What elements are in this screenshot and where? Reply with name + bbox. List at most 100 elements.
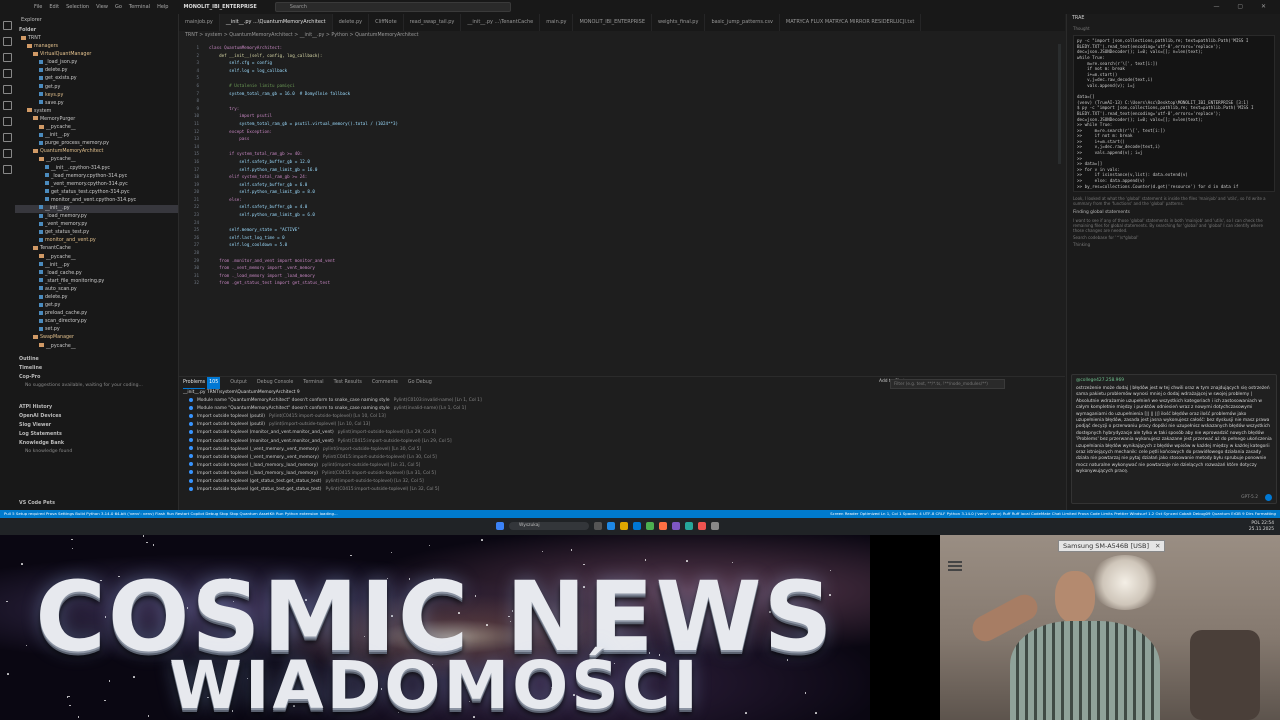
panel-tab[interactable]: Terminal (303, 377, 323, 389)
code-line[interactable]: self.safety_buffer_gb = 4.0 (209, 203, 398, 211)
tree-file[interactable]: _load_cache.py (15, 270, 178, 278)
tree-file[interactable]: monitor_and_vent.py (15, 237, 178, 245)
model-selector[interactable]: GPT-5.2 (1241, 495, 1258, 500)
tree-folder[interactable]: SwapManager (15, 334, 178, 342)
search-icon[interactable] (3, 37, 12, 46)
folder-label[interactable]: Folder (15, 26, 178, 35)
menu-item[interactable]: Go (115, 4, 122, 10)
code-line[interactable] (209, 97, 398, 105)
tree-file[interactable]: _load_json.py (15, 59, 178, 67)
browser-icon[interactable] (607, 522, 615, 530)
tree-folder[interactable]: managers (15, 43, 178, 51)
editor-tab[interactable]: read_swap_tail.py (404, 14, 462, 31)
vscode-icon[interactable] (633, 522, 641, 530)
status-left[interactable]: Pull 5 Setup required Prova Settings Bui… (4, 510, 338, 518)
code-line[interactable]: self.log_cooldown = 5.0 (209, 241, 398, 249)
problem-file-row[interactable]: __init__.py TRNT\system\QuantumMemoryArc… (179, 389, 1065, 397)
tree-file[interactable]: delete.py (15, 67, 178, 75)
code-line[interactable]: self.cfg = config (209, 59, 398, 67)
chat-message-box[interactable]: @college427.258.969 ostrzeżenie może dod… (1071, 374, 1277, 504)
editor-tab[interactable]: weights_final.py (652, 14, 706, 31)
editor-tab[interactable]: __init__.py ...\QuantumMemoryArchitect (219, 14, 333, 31)
tree-folder[interactable]: TRNT (15, 35, 178, 43)
tree-file[interactable]: delete.py (15, 294, 178, 302)
chrome-icon[interactable] (646, 522, 654, 530)
taskbar-search[interactable]: Wyszukaj (509, 522, 589, 530)
editor-tab[interactable]: basic_jump_patterns.csv (705, 14, 780, 31)
panel-tab[interactable]: Output (230, 377, 247, 389)
code-line[interactable]: if system_total_ram_gb >= 40: (209, 150, 398, 158)
code-editor[interactable]: 1 2 3 4 5 6 7 8 9 10 11 12 13 14 15 16 17 18 19 20 21 22 23 24 2… (179, 40, 1065, 375)
tree-file[interactable]: _load_memory.cpython-314.pyc (15, 173, 178, 181)
menu-item[interactable]: Terminal (129, 4, 150, 10)
code-line[interactable]: # Ustalenie limitu pamięci (209, 82, 398, 90)
code-line[interactable]: self.memory_state = "ACTIVE" (209, 226, 398, 234)
message-text[interactable]: ostrzeżenie może dodaj | błędów jest w t… (1076, 386, 1272, 476)
code-line[interactable]: class QuantumMemoryArchitect: (209, 44, 398, 52)
code-line[interactable]: from .monitor_and_vent import monitor_an… (209, 257, 398, 265)
code-line[interactable]: elif system_total_ram_gb >= 24: (209, 173, 398, 181)
problem-row[interactable]: Module name "QuantumMemoryArchitect" doe… (179, 405, 1065, 413)
tree-file[interactable]: monitor_and_vent.cpython-314.pyc (15, 197, 178, 205)
tree-file[interactable]: _vent_memory.py (15, 221, 178, 229)
problem-row[interactable]: Import outside toplevel (_load_memory._l… (179, 470, 1065, 478)
tree-file[interactable]: _load_memory.py (15, 213, 178, 221)
file-explorer-icon[interactable] (620, 522, 628, 530)
code-line[interactable]: from .get_status_test import get_status_… (209, 279, 398, 287)
tree-file[interactable]: purge_process_memory.py (15, 140, 178, 148)
tree-file[interactable]: __init__.cpython-314.pyc (15, 165, 178, 173)
editor-tab[interactable]: main.py (540, 14, 574, 31)
tree-file[interactable]: auto_scan.py (15, 286, 178, 294)
problem-row[interactable]: Import outside toplevel (get_status_test… (179, 486, 1065, 494)
task-view-icon[interactable] (594, 522, 602, 530)
tree-folder[interactable]: __pycache__ (15, 156, 178, 164)
panel-tab[interactable]: Debug Console (257, 377, 293, 389)
brave-icon[interactable] (659, 522, 667, 530)
problem-row[interactable]: Import outside toplevel (_vent_memory._v… (179, 446, 1065, 454)
tree-folder[interactable]: TenantCache (15, 245, 178, 253)
panel-tab[interactable]: Test Results (334, 377, 362, 389)
code-line[interactable]: self.safety_buffer_gb = 6.0 (209, 181, 398, 189)
code-line[interactable]: self.python_ram_limit_gb = 16.0 (209, 166, 398, 174)
code-content[interactable]: class QuantumMemoryArchitect: def __init… (209, 44, 398, 287)
system-tray[interactable]: POL 22:54 25.11.2025 (1249, 521, 1274, 532)
search-step[interactable]: Search codebase for '^\s*global' (1073, 235, 1275, 240)
log-statements-section[interactable]: Log Statements (15, 430, 178, 439)
docker-icon[interactable] (3, 165, 12, 174)
tree-file[interactable]: set.py (15, 326, 178, 334)
tree-file[interactable]: _vent_memory.cpython-314.pyc (15, 181, 178, 189)
editor-tab[interactable]: mainjob.py (179, 14, 220, 31)
outline-section[interactable]: Outline (15, 355, 178, 364)
clock-time[interactable]: 22:54 (1261, 521, 1274, 526)
menu-item[interactable]: Edit (49, 4, 59, 10)
problem-row[interactable]: Import outside toplevel (get_status_test… (179, 478, 1065, 486)
tree-file[interactable]: __init__.py (15, 204, 178, 214)
problem-row[interactable]: Import outside toplevel (psutil) Pylint(C… (179, 413, 1065, 421)
code-line[interactable]: pass (209, 135, 398, 143)
tree-folder[interactable]: __pycache__ (15, 343, 178, 351)
explorer-icon[interactable] (3, 21, 12, 30)
code-line[interactable]: except Exception: (209, 128, 398, 136)
code-line[interactable]: self.safety_buffer_gb = 12.0 (209, 158, 398, 166)
code-line[interactable]: self.python_ram_limit_gb = 8.0 (209, 188, 398, 196)
panel-tab[interactable]: Go Debug (408, 377, 432, 389)
problem-row[interactable]: Import outside toplevel (psutil) pylint(i… (179, 421, 1065, 429)
tree-folder[interactable]: __pycache__ (15, 124, 178, 132)
tree-folder[interactable]: __pycache__ (15, 254, 178, 262)
extensions-icon[interactable] (3, 85, 12, 94)
code-line[interactable]: system_total_ram_gb = psutil.virtual_mem… (209, 120, 398, 128)
tree-file[interactable]: get.py (15, 84, 178, 92)
status-right[interactable]: Screen Reader Optimized Ln 1, Col 1 Spac… (830, 510, 1276, 518)
source-control-icon[interactable] (3, 53, 12, 62)
editor-tab[interactable]: MONOLIT_IBI_ENTERPRISE (573, 14, 652, 31)
keyboard-language[interactable]: POL (1251, 521, 1260, 526)
menu-item[interactable]: View (96, 4, 108, 10)
panel-tab[interactable]: Comments (372, 377, 398, 389)
problem-row[interactable]: Module name "QuantumMemoryArchitect" doe… (179, 397, 1065, 405)
editor-tab[interactable]: __init__.py ...\TenantCache (461, 14, 541, 31)
database-icon[interactable] (3, 149, 12, 158)
tree-file[interactable]: _start_file_monitoring.py (15, 278, 178, 286)
code-line[interactable]: else: (209, 196, 398, 204)
timeline-section[interactable]: Timeline (15, 364, 178, 373)
terminal-icon[interactable] (685, 522, 693, 530)
